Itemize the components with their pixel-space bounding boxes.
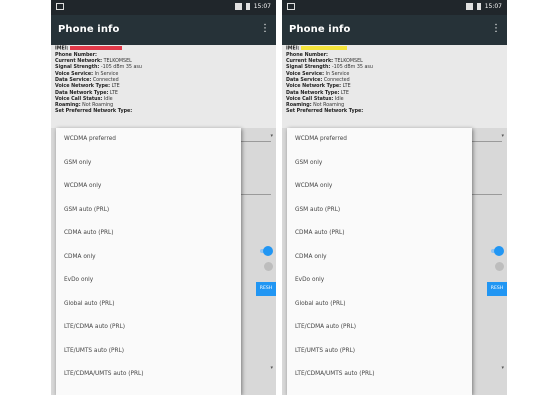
option-global-auto-prl[interactable]: Global auto (PRL) (56, 293, 241, 317)
option-lte-cdma-auto-prl[interactable]: LTE/CDMA auto (PRL) (287, 316, 472, 340)
signal-strength-label: Signal Strength: (286, 65, 331, 71)
refresh-button[interactable]: RESH (487, 282, 507, 296)
image-notification-icon (287, 3, 295, 10)
voice-call-status-value: Idle (103, 96, 113, 102)
voice-network-type-value: LTE (111, 84, 120, 90)
current-network-label: Current Network: (286, 59, 334, 65)
overflow-menu-icon[interactable]: ⋮ (260, 24, 270, 34)
option-wcdma-preferred[interactable]: WCDMA preferred (287, 128, 472, 152)
app-bar: Phone info ⋮ (282, 15, 507, 45)
voice-call-status-label: Voice Call Status: (286, 96, 334, 102)
option-cdma-auto-prl[interactable]: CDMA auto (PRL) (56, 222, 241, 246)
option-wcdma-preferred[interactable]: WCDMA preferred (56, 128, 241, 152)
voice-network-type-label: Voice Network Type: (55, 84, 111, 90)
option-evdo-only[interactable]: EvDo only (56, 269, 241, 293)
phone-screenshot-right: 15:07 Phone info ⋮ IMEI: Phone Number: C… (282, 0, 507, 395)
option-cdma-only[interactable]: CDMA only (287, 246, 472, 270)
voice-network-type-label: Voice Network Type: (286, 84, 342, 90)
data-service-label: Data Service: (55, 77, 92, 83)
spinner-caret-icon: ▾ (270, 365, 273, 371)
preferred-network-label: Set Preferred Network Type: (286, 109, 364, 115)
option-wcdma-only[interactable]: WCDMA only (56, 175, 241, 199)
option-gsm-auto-prl[interactable]: GSM auto (PRL) (56, 199, 241, 223)
option-gsm-only[interactable]: GSM only (56, 152, 241, 176)
status-bar: 15:07 (282, 0, 507, 15)
roaming-value: Not Roaming (313, 103, 345, 109)
page-title: Phone info (58, 24, 120, 35)
spinner-caret-icon: ▾ (270, 133, 273, 139)
option-global-auto-prl[interactable]: Global auto (PRL) (287, 293, 472, 317)
status-bar: 15:07 (51, 0, 276, 15)
spinner-caret-icon: ▾ (501, 133, 504, 139)
data-service-value: Connected (323, 77, 350, 83)
option-gsm-only[interactable]: GSM only (287, 152, 472, 176)
voice-call-status-label: Voice Call Status: (55, 96, 103, 102)
option-lte-umts-auto-prl[interactable]: LTE/UMTS auto (PRL) (287, 340, 472, 364)
option-evdo-only[interactable]: EvDo only (287, 269, 472, 293)
current-network-value: TELKOMSEL (103, 59, 132, 65)
data-service-value: Connected (92, 77, 119, 83)
option-cdma-auto-prl[interactable]: CDMA auto (PRL) (287, 222, 472, 246)
divider (241, 194, 271, 195)
roaming-label: Roaming: (55, 103, 81, 109)
option-gsm-auto-prl[interactable]: GSM auto (PRL) (287, 199, 472, 223)
current-network-label: Current Network: (55, 59, 103, 65)
image-notification-icon (56, 3, 64, 10)
data-network-type-label: Data Network Type: (55, 90, 109, 96)
divider (472, 141, 502, 142)
phone-number-label: Phone Number: (286, 52, 328, 58)
network-type-dropdown: WCDMA preferred GSM only WCDMA only GSM … (287, 128, 472, 395)
data-network-type-value: LTE (340, 90, 349, 96)
network-type-dropdown: WCDMA preferred GSM only WCDMA only GSM … (56, 128, 241, 395)
voice-service-label: Voice Service: (55, 71, 94, 77)
voice-service-value: In Service (94, 71, 119, 77)
imei-label: IMEI: (286, 46, 300, 52)
preferred-network-label: Set Preferred Network Type: (55, 109, 133, 115)
signal-strength-value: -105 dBm 35 asu (100, 65, 142, 71)
imei-label: IMEI: (55, 46, 69, 52)
radio-toggle-on[interactable] (494, 246, 504, 256)
status-time: 15:07 (253, 3, 271, 10)
current-network-value: TELKOMSEL (334, 59, 363, 65)
voice-service-label: Voice Service: (286, 71, 325, 77)
signal-icon (465, 3, 473, 10)
phone-info-list: IMEI: Phone Number: Current Network: TEL… (55, 46, 270, 116)
roaming-value: Not Roaming (82, 103, 114, 109)
refresh-button[interactable]: RESH (256, 282, 276, 296)
data-network-type-value: LTE (109, 90, 118, 96)
phone-screenshot-left: 15:07 Phone info ⋮ IMEI: Phone Number: C… (51, 0, 276, 395)
roaming-label: Roaming: (286, 103, 312, 109)
phone-info-list: IMEI: Phone Number: Current Network: TEL… (286, 46, 501, 116)
radio-toggle-on[interactable] (263, 246, 273, 256)
app-bar: Phone info ⋮ (51, 15, 276, 45)
page-title: Phone info (289, 24, 351, 35)
voice-service-value: In Service (325, 71, 350, 77)
option-lte-cdma-auto-prl[interactable]: LTE/CDMA auto (PRL) (56, 316, 241, 340)
status-time: 15:07 (484, 3, 502, 10)
imei-redaction (301, 46, 348, 50)
battery-icon (476, 3, 481, 10)
divider (472, 194, 502, 195)
option-wcdma-only[interactable]: WCDMA only (287, 175, 472, 199)
spinner-caret-icon: ▾ (501, 365, 504, 371)
imei-redaction (70, 46, 123, 50)
signal-icon (234, 3, 242, 10)
signal-strength-label: Signal Strength: (55, 65, 100, 71)
voice-network-type-value: LTE (342, 84, 351, 90)
option-lte-umts-auto-prl[interactable]: LTE/UMTS auto (PRL) (56, 340, 241, 364)
phone-number-label: Phone Number: (55, 52, 97, 58)
signal-strength-value: -105 dBm 35 asu (331, 65, 373, 71)
overflow-menu-icon[interactable]: ⋮ (491, 24, 501, 34)
voice-call-status-value: Idle (334, 96, 344, 102)
battery-icon (245, 3, 250, 10)
toggle-off[interactable] (264, 262, 273, 271)
toggle-off[interactable] (495, 262, 504, 271)
data-network-type-label: Data Network Type: (286, 90, 340, 96)
divider (241, 141, 271, 142)
data-service-label: Data Service: (286, 77, 323, 83)
option-lte-cdma-umts-auto-prl[interactable]: LTE/CDMA/UMTS auto (PRL) (287, 363, 472, 387)
option-cdma-only[interactable]: CDMA only (56, 246, 241, 270)
option-lte-cdma-umts-auto-prl[interactable]: LTE/CDMA/UMTS auto (PRL) (56, 363, 241, 387)
